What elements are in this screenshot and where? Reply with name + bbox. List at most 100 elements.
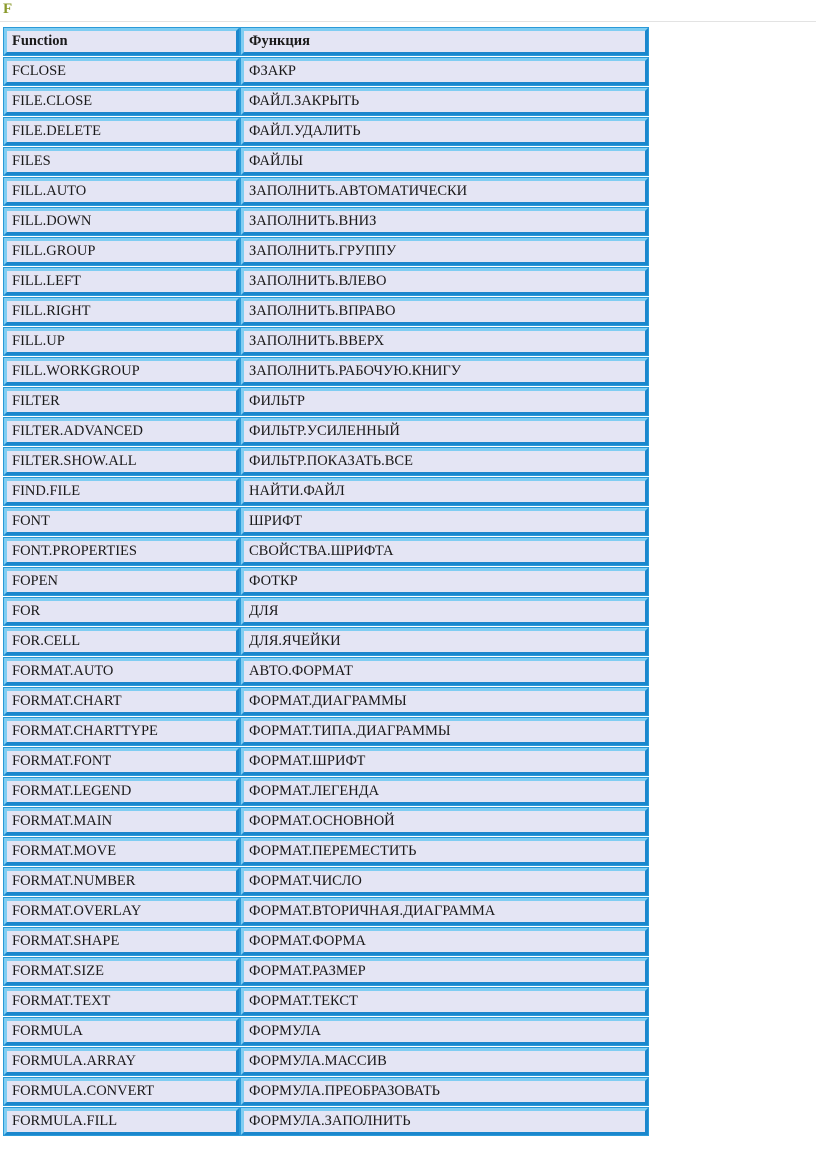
cell-function-ru: НАЙТИ.ФАЙЛ [240, 477, 649, 506]
table-row: FILTER.ADVANCED ФИЛЬТР.УСИЛЕННЫЙ [3, 417, 649, 446]
cell-function-en: FORMULA.CONVERT [3, 1077, 240, 1106]
table-row: FONT.PROPERTIES СВОЙСТВА.ШРИФТА [3, 537, 649, 566]
cell-function-en: FILL.UP [3, 327, 240, 356]
table-row: FILE.CLOSE ФАЙЛ.ЗАКРЫТЬ [3, 87, 649, 116]
cell-function-en: FILL.DOWN [3, 207, 240, 236]
cell-function-en: FORMAT.AUTO [3, 657, 240, 686]
section-letter-heading: F [3, 1, 13, 17]
cell-function-en: FILL.AUTO [3, 177, 240, 206]
cell-function-ru: ЗАПОЛНИТЬ.ГРУППУ [240, 237, 649, 266]
table-row: FOPEN ФОТКР [3, 567, 649, 596]
table-row: FILL.RIGHT ЗАПОЛНИТЬ.ВПРАВО [3, 297, 649, 326]
cell-function-en: FILTER.ADVANCED [3, 417, 240, 446]
table-row: FCLOSE ФЗАКР [3, 57, 649, 86]
header-divider [0, 21, 816, 22]
column-header-function-en: Function [3, 27, 240, 56]
cell-function-en: FONT.PROPERTIES [3, 537, 240, 566]
table-row: FORMAT.OVERLAY ФОРМАТ.ВТОРИЧНАЯ.ДИАГРАММА [3, 897, 649, 926]
cell-function-ru: ФАЙЛ.ЗАКРЫТЬ [240, 87, 649, 116]
cell-function-en: FOR.CELL [3, 627, 240, 656]
table-row: FORMAT.AUTO АВТО.ФОРМАТ [3, 657, 649, 686]
table-row: FORMAT.SHAPE ФОРМАТ.ФОРМА [3, 927, 649, 956]
table-row: FORMAT.CHART ФОРМАТ.ДИАГРАММЫ [3, 687, 649, 716]
cell-function-ru: ШРИФТ [240, 507, 649, 536]
cell-function-en: FILTER.SHOW.ALL [3, 447, 240, 476]
table-row: FORMAT.NUMBER ФОРМАТ.ЧИСЛО [3, 867, 649, 896]
cell-function-en: FORMAT.MOVE [3, 837, 240, 866]
cell-function-en: FONT [3, 507, 240, 536]
cell-function-en: FILTER [3, 387, 240, 416]
table-head: Function Функция [3, 27, 649, 56]
cell-function-ru: ФЗАКР [240, 57, 649, 86]
cell-function-ru: АВТО.ФОРМАТ [240, 657, 649, 686]
table-header-row: Function Функция [3, 27, 649, 56]
table-row: FILE.DELETE ФАЙЛ.УДАЛИТЬ [3, 117, 649, 146]
cell-function-ru: ФОРМАТ.ДИАГРАММЫ [240, 687, 649, 716]
table-row: FONT ШРИФТ [3, 507, 649, 536]
column-header-function-ru: Функция [240, 27, 649, 56]
function-translation-table: Function Функция FCLOSE ФЗАКР FILE.CLOSE ФА… [2, 25, 650, 1138]
cell-function-en: FORMAT.CHARTTYPE [3, 717, 240, 746]
table-row: FORMULA.ARRAY ФОРМУЛА.МАССИВ [3, 1047, 649, 1076]
cell-function-ru: ФОРМУЛА [240, 1017, 649, 1046]
table-row: FILL.AUTO ЗАПОЛНИТЬ.АВТОМАТИЧЕСКИ [3, 177, 649, 206]
cell-function-en: FORMULA [3, 1017, 240, 1046]
table-row: FORMAT.TEXT ФОРМАТ.ТЕКСТ [3, 987, 649, 1016]
cell-function-ru: ФОРМАТ.ОСНОВНОЙ [240, 807, 649, 836]
table-row: FILL.WORKGROUP ЗАПОЛНИТЬ.РАБОЧУЮ.КНИГУ [3, 357, 649, 386]
cell-function-ru: ФОРМАТ.ЧИСЛО [240, 867, 649, 896]
cell-function-en: FORMAT.NUMBER [3, 867, 240, 896]
cell-function-en: FORMULA.ARRAY [3, 1047, 240, 1076]
table-row: FORMAT.CHARTTYPE ФОРМАТ.ТИПА.ДИАГРАММЫ [3, 717, 649, 746]
cell-function-ru: ФОРМУЛА.ПРЕОБРАЗОВАТЬ [240, 1077, 649, 1106]
cell-function-ru: ФИЛЬТР.ПОКАЗАТЬ.ВСЕ [240, 447, 649, 476]
cell-function-ru: ФОРМУЛА.ЗАПОЛНИТЬ [240, 1107, 649, 1136]
table-row: FILTER ФИЛЬТР [3, 387, 649, 416]
cell-function-en: FORMAT.OVERLAY [3, 897, 240, 926]
table-row: FOR ДЛЯ [3, 597, 649, 626]
table-row: FORMULA.CONVERT ФОРМУЛА.ПРЕОБРАЗОВАТЬ [3, 1077, 649, 1106]
table-row: FORMAT.FONT ФОРМАТ.ШРИФТ [3, 747, 649, 776]
cell-function-en: FILL.RIGHT [3, 297, 240, 326]
cell-function-ru: ЗАПОЛНИТЬ.ВПРАВО [240, 297, 649, 326]
table-row: FILL.LEFT ЗАПОЛНИТЬ.ВЛЕВО [3, 267, 649, 296]
table-row: FORMULA ФОРМУЛА [3, 1017, 649, 1046]
cell-function-en: FORMAT.SIZE [3, 957, 240, 986]
cell-function-en: FIND.FILE [3, 477, 240, 506]
table-row: FOR.CELL ДЛЯ.ЯЧЕЙКИ [3, 627, 649, 656]
cell-function-ru: ФИЛЬТР.УСИЛЕННЫЙ [240, 417, 649, 446]
cell-function-en: FORMAT.CHART [3, 687, 240, 716]
cell-function-ru: ФОРМАТ.ФОРМА [240, 927, 649, 956]
cell-function-ru: ФАЙЛЫ [240, 147, 649, 176]
cell-function-ru: ФОТКР [240, 567, 649, 596]
cell-function-ru: ЗАПОЛНИТЬ.ВЛЕВО [240, 267, 649, 296]
cell-function-ru: ДЛЯ.ЯЧЕЙКИ [240, 627, 649, 656]
cell-function-en: FORMAT.SHAPE [3, 927, 240, 956]
page-header: F [0, 0, 816, 19]
cell-function-ru: СВОЙСТВА.ШРИФТА [240, 537, 649, 566]
cell-function-ru: ФОРМАТ.ПЕРЕМЕСТИТЬ [240, 837, 649, 866]
table-row: FORMAT.MOVE ФОРМАТ.ПЕРЕМЕСТИТЬ [3, 837, 649, 866]
cell-function-ru: ФОРМУЛА.МАССИВ [240, 1047, 649, 1076]
cell-function-ru: ФОРМАТ.ЛЕГЕНДА [240, 777, 649, 806]
cell-function-en: FORMAT.FONT [3, 747, 240, 776]
table-row: FILTER.SHOW.ALL ФИЛЬТР.ПОКАЗАТЬ.ВСЕ [3, 447, 649, 476]
cell-function-ru: ФОРМАТ.ВТОРИЧНАЯ.ДИАГРАММА [240, 897, 649, 926]
table-row: FORMAT.MAIN ФОРМАТ.ОСНОВНОЙ [3, 807, 649, 836]
cell-function-en: FORMAT.TEXT [3, 987, 240, 1016]
table-body: FCLOSE ФЗАКР FILE.CLOSE ФАЙЛ.ЗАКРЫТЬ FILE.DE… [3, 57, 649, 1136]
table-row: FILL.DOWN ЗАПОЛНИТЬ.ВНИЗ [3, 207, 649, 236]
table-row: FILES ФАЙЛЫ [3, 147, 649, 176]
cell-function-en: FILE.CLOSE [3, 87, 240, 116]
cell-function-en: FILL.WORKGROUP [3, 357, 240, 386]
cell-function-ru: ЗАПОЛНИТЬ.ВВЕРХ [240, 327, 649, 356]
cell-function-en: FORMAT.MAIN [3, 807, 240, 836]
cell-function-ru: ФОРМАТ.ШРИФТ [240, 747, 649, 776]
cell-function-ru: ЗАПОЛНИТЬ.РАБОЧУЮ.КНИГУ [240, 357, 649, 386]
cell-function-en: FOR [3, 597, 240, 626]
cell-function-en: FCLOSE [3, 57, 240, 86]
cell-function-ru: ФИЛЬТР [240, 387, 649, 416]
table-row: FILL.GROUP ЗАПОЛНИТЬ.ГРУППУ [3, 237, 649, 266]
table-row: FORMAT.LEGEND ФОРМАТ.ЛЕГЕНДА [3, 777, 649, 806]
cell-function-en: FILE.DELETE [3, 117, 240, 146]
